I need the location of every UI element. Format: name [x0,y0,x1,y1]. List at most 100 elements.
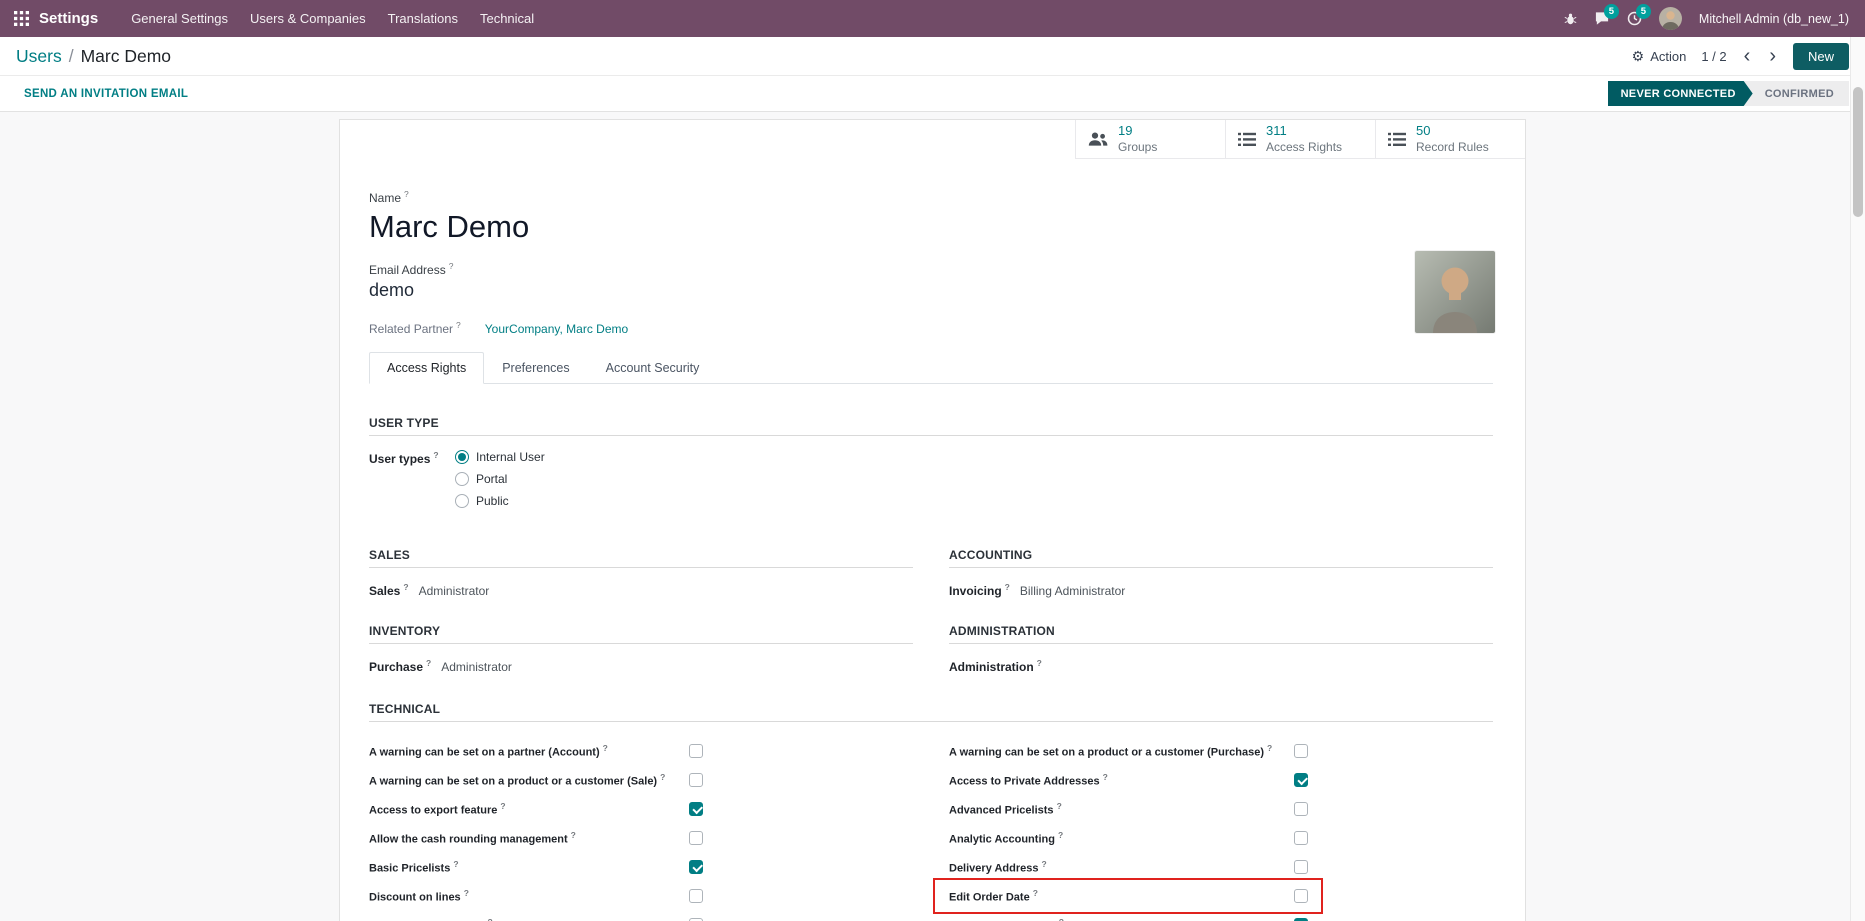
scrollbar-thumb[interactable] [1853,87,1863,217]
help-marker: ? [449,261,454,271]
menu-translations[interactable]: Translations [377,0,469,37]
user-photo[interactable] [1415,251,1495,333]
app-access-groups: SALES Sales? Administrator ACCOUNTING In… [369,548,1493,674]
form-sheet: 19 Groups 311 Access Rights [339,119,1526,921]
action-menu-button[interactable]: ⚙ Action [1632,49,1687,64]
sales-label: Sales? [369,582,409,598]
setting-checkbox[interactable] [689,802,703,816]
group-sales: SALES Sales? Administrator [369,548,913,598]
setting-checkbox[interactable] [1294,831,1308,845]
setting-checkbox[interactable] [1294,860,1308,874]
setting-checkbox[interactable] [1294,918,1308,921]
purchase-label: Purchase? [369,658,431,674]
sales-field-row: Sales? Administrator [369,582,913,598]
new-button[interactable]: New [1793,43,1849,70]
users-icon [1088,131,1108,147]
setting-checkbox[interactable] [689,918,703,921]
setting-checkbox[interactable] [689,744,703,758]
vertical-scrollbar [1850,37,1865,921]
setting-row-warning-partner-account: A warning can be set on a partner (Accou… [369,737,913,766]
help-marker: ? [1041,859,1046,869]
record-rules-stat-button[interactable]: 50 Record Rules [1375,120,1525,159]
setting-checkbox[interactable] [689,831,703,845]
menu-technical[interactable]: Technical [469,0,545,37]
section-technical: TECHNICAL [369,702,1493,722]
tab-access-rights[interactable]: Access Rights [369,352,484,384]
messages-icon[interactable]: 5 [1594,11,1610,26]
help-marker: ? [571,830,576,840]
invoicing-label: Invoicing? [949,582,1010,598]
record-rules-count: 50 [1416,123,1489,139]
radio-button[interactable] [455,450,469,464]
setting-checkbox[interactable] [689,773,703,787]
section-user-type: USER TYPE [369,416,1493,436]
help-marker: ? [403,582,408,592]
breadcrumb-separator: / [69,46,74,67]
help-marker: ? [1057,801,1062,811]
tab-preferences[interactable]: Preferences [484,352,587,384]
email-label: Email Address? [369,261,1493,277]
apps-grid-icon[interactable] [14,11,29,26]
record-title[interactable]: Marc Demo [369,209,1493,245]
access-rights-count: 311 [1266,123,1342,139]
email-value[interactable]: demo [369,280,1493,301]
setting-checkbox[interactable] [689,889,703,903]
access-rights-stat-button[interactable]: 311 Access Rights [1225,120,1375,159]
top-navbar: Settings General Settings Users & Compan… [0,0,1865,37]
radio-internal-user[interactable]: Internal User [455,450,545,464]
activities-clock-icon[interactable]: 5 [1627,11,1642,26]
group-administration: ADMINISTRATION Administration? [949,624,1493,674]
help-marker: ? [1267,743,1272,753]
pager-previous-button[interactable]: ‹ [1742,46,1753,66]
purchase-value[interactable]: Administrator [441,660,512,674]
section-inventory: INVENTORY [369,624,913,644]
record-rules-label: Record Rules [1416,140,1489,155]
group-inventory: INVENTORY Purchase? Administrator [369,624,913,674]
menu-users-companies[interactable]: Users & Companies [239,0,377,37]
status-confirmed[interactable]: CONFIRMED [1744,81,1849,106]
invoicing-value[interactable]: Billing Administrator [1020,584,1125,598]
groups-stat-button[interactable]: 19 Groups [1075,120,1225,159]
pager-value: 1 / 2 [1701,49,1726,64]
setting-row-analytic-accounting: Analytic Accounting? [949,824,1493,853]
list-icon [1388,132,1406,147]
radio-button[interactable] [455,472,469,486]
setting-checkbox[interactable] [1294,802,1308,816]
send-invitation-email-button[interactable]: SEND AN INVITATION EMAIL [24,88,188,100]
purchase-field-row: Purchase? Administrator [369,658,913,674]
app-name[interactable]: Settings [39,10,98,27]
sales-value[interactable]: Administrator [419,584,490,598]
notebook-tabs: Access Rights Preferences Account Securi… [369,352,1493,384]
setting-row-edit-order-date: Edit Order Date? [949,882,1493,911]
help-marker: ? [1005,582,1010,592]
debug-bug-icon[interactable] [1564,12,1577,25]
help-marker: ? [456,320,461,330]
setting-checkbox[interactable] [1294,773,1308,787]
setting-row-private-addresses: Access to Private Addresses? [949,766,1493,795]
setting-row-discount-on-lines: Discount on lines? [369,882,913,911]
breadcrumb-current: Marc Demo [81,46,171,67]
technical-right-column: A warning can be set on a product or a c… [949,737,1493,921]
section-accounting: ACCOUNTING [949,548,1493,568]
setting-row-delivery-address: Delivery Address? [949,853,1493,882]
help-marker: ? [488,917,493,921]
list-icon [1238,132,1256,147]
setting-checkbox[interactable] [1294,889,1308,903]
radio-portal[interactable]: Portal [455,472,545,486]
related-partner-link[interactable]: YourCompany, Marc Demo [485,322,628,336]
setting-checkbox[interactable] [1294,744,1308,758]
user-avatar[interactable] [1659,7,1682,30]
radio-public[interactable]: Public [455,494,545,508]
tab-account-security[interactable]: Account Security [588,352,718,384]
related-partner-block: Related Partner? YourCompany, Marc Demo [369,320,1493,336]
breadcrumb-users-link[interactable]: Users [16,46,62,67]
user-menu[interactable]: Mitchell Admin (db_new_1) [1699,12,1849,26]
radio-button[interactable] [455,494,469,508]
help-marker: ? [1059,917,1064,921]
setting-checkbox[interactable] [689,860,703,874]
pager-next-button[interactable]: › [1767,46,1778,66]
menu-general-settings[interactable]: General Settings [120,0,239,37]
help-marker: ? [464,888,469,898]
status-never-connected[interactable]: NEVER CONNECTED [1608,81,1753,106]
setting-row-mail-template-editor: Mail Template Editor? [949,911,1493,921]
